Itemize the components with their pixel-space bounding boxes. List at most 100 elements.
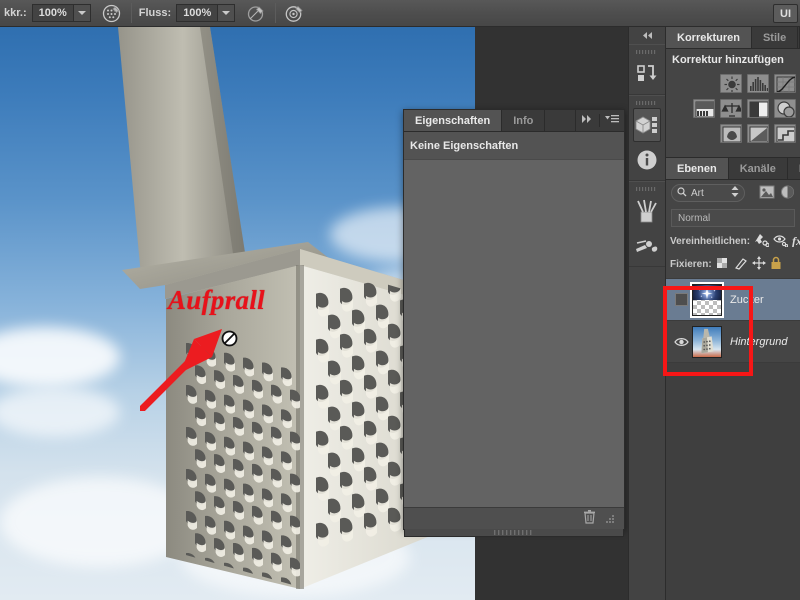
adjustment-layer-filter-icon[interactable]	[780, 185, 795, 202]
adjustments-title: Korrektur hinzufügen	[672, 54, 784, 66]
flow-dropdown-arrow[interactable]	[218, 4, 236, 22]
annotation-text: Aufprall	[168, 285, 265, 315]
layers-panel: Ebenen Kanäle Pfade Art	[666, 157, 800, 363]
pixel-layer-filter-icon[interactable]	[759, 185, 775, 202]
lock-transparency-icon[interactable]	[716, 257, 730, 272]
photo-filter-icon[interactable]	[774, 99, 796, 118]
adjustment-row-3	[666, 121, 800, 146]
dock-grip-icon[interactable]	[629, 98, 665, 107]
tool-presets-icon[interactable]	[633, 229, 661, 263]
double-chevron-left-icon[interactable]	[629, 27, 665, 44]
panel-menu-icon[interactable]	[605, 114, 619, 127]
opacity-stepper[interactable]: 100%	[31, 4, 91, 22]
black-white-icon[interactable]	[747, 99, 769, 118]
color-balance-icon[interactable]	[747, 124, 769, 143]
levels-icon[interactable]	[747, 74, 769, 93]
unify-label: Vereinheitlichen:	[670, 236, 751, 247]
layer-filter-row: Art	[666, 180, 800, 206]
dock-grip-icon[interactable]	[629, 184, 665, 193]
resize-grip-icon[interactable]	[604, 514, 616, 524]
vibrance-icon[interactable]	[720, 99, 742, 118]
hue-saturation-icon[interactable]	[720, 124, 742, 143]
adjustment-row-2	[666, 96, 800, 121]
unify-style-icon[interactable]: fx	[792, 234, 800, 250]
svg-text:fx: fx	[792, 234, 800, 247]
double-chevron-right-icon[interactable]	[581, 114, 594, 127]
brightness-contrast-icon[interactable]	[720, 74, 742, 93]
info-icon[interactable]	[633, 143, 661, 177]
properties-empty-area	[404, 160, 624, 507]
lock-pixels-icon[interactable]	[734, 257, 748, 273]
tab-stile[interactable]: Stile	[752, 27, 799, 48]
lock-label: Fixieren:	[670, 259, 712, 270]
tab-korrekturen[interactable]: Korrekturen	[666, 27, 752, 48]
layer-row-hintergrund[interactable]: Hintergrund	[666, 321, 800, 363]
tab-info[interactable]: Info	[502, 110, 546, 131]
dock-grip-icon[interactable]	[629, 47, 665, 56]
layer-thumbnail-hintergrund[interactable]	[692, 325, 722, 358]
dock-group-brushes	[629, 181, 665, 267]
flow-stepper[interactable]: 100%	[176, 4, 236, 22]
dock-group-history	[629, 44, 665, 95]
tablet-pressure-opacity-icon[interactable]	[100, 2, 124, 24]
properties-tab-row: Eigenschaften Info	[404, 110, 624, 132]
airbrush-icon[interactable]	[283, 2, 307, 24]
tab-kanaele[interactable]: Kanäle	[729, 158, 788, 179]
tab-eigenschaften[interactable]: Eigenschaften	[404, 110, 503, 131]
layer-visibility-toggle-hintergrund[interactable]	[670, 336, 692, 348]
adjustment-icon-grid	[666, 69, 800, 152]
blend-mode-row: Normal	[666, 206, 800, 230]
adjustment-row-1	[666, 71, 800, 96]
layer-name-hintergrund[interactable]: Hintergrund	[722, 336, 787, 348]
lock-position-icon[interactable]	[751, 256, 766, 273]
collapsed-panel-dock	[628, 27, 666, 600]
brushes-icon[interactable]	[633, 194, 661, 228]
channel-mixer-icon[interactable]	[774, 124, 796, 143]
layer-visibility-toggle-zucker[interactable]	[670, 293, 692, 306]
toolbar-separator-2	[275, 3, 277, 23]
chevron-down-icon	[222, 11, 231, 15]
unify-position-icon[interactable]	[754, 233, 770, 250]
lock-row: Fixieren:	[666, 253, 800, 279]
layer-filter-type-select[interactable]: Art	[671, 184, 745, 202]
not-allowed-cursor	[221, 330, 238, 347]
opacity-value[interactable]: 100%	[31, 4, 74, 22]
trash-icon[interactable]	[583, 510, 596, 527]
toolbar-separator-1	[130, 3, 132, 23]
chevron-down-icon	[77, 11, 86, 15]
eye-off-icon	[674, 293, 688, 306]
exposure-icon[interactable]	[693, 99, 715, 118]
eye-icon	[673, 337, 689, 346]
tab-pfade[interactable]: Pfade	[788, 158, 800, 179]
properties-body: Keine Eigenschaften	[404, 132, 624, 507]
layer-name-zucker[interactable]: Zucker	[722, 294, 764, 306]
unify-visibility-icon[interactable]	[773, 234, 789, 250]
opacity-label: kkr.:	[4, 7, 27, 19]
curves-icon[interactable]	[774, 74, 796, 93]
layers-tab-row: Ebenen Kanäle Pfade	[666, 158, 800, 180]
updown-stepper-icon[interactable]	[731, 186, 739, 200]
blend-mode-select[interactable]: Normal	[671, 209, 795, 227]
opacity-dropdown-arrow[interactable]	[73, 4, 91, 22]
tool-options-bar: kkr.: 100% Fluss: 100% UI	[0, 0, 800, 27]
properties-panel[interactable]: Eigenschaften Info Keine Eigenschaften	[403, 109, 625, 537]
layer-thumbnail-zucker[interactable]	[690, 281, 724, 318]
tablet-pressure-size-icon[interactable]	[244, 2, 268, 24]
panel-drag-handle[interactable]	[404, 529, 624, 537]
dock-group-3d-info	[629, 95, 665, 181]
layer-row-zucker[interactable]: Zucker	[666, 279, 800, 321]
layer-filter-value: Art	[691, 187, 704, 199]
layer-list: Zucker Hintergrund	[666, 279, 800, 363]
adjustments-panel: Korrekturen Stile Korrektur hinzufügen	[666, 27, 800, 157]
top-right-ui-button[interactable]: UI	[773, 4, 798, 23]
canvas-area[interactable]: Aufprall Eigenschaften Info Keine Eigens…	[0, 27, 628, 600]
flow-value[interactable]: 100%	[176, 4, 219, 22]
search-icon	[677, 186, 687, 200]
lock-all-icon[interactable]	[770, 256, 782, 273]
properties-footer	[404, 507, 624, 529]
3d-icon[interactable]	[633, 108, 661, 142]
right-panel-column: Korrekturen Stile Korrektur hinzufügen E…	[666, 27, 800, 600]
history-icon[interactable]	[633, 57, 661, 91]
tab-ebenen[interactable]: Ebenen	[666, 158, 729, 179]
unify-row: Vereinheitlichen: f	[666, 230, 800, 253]
